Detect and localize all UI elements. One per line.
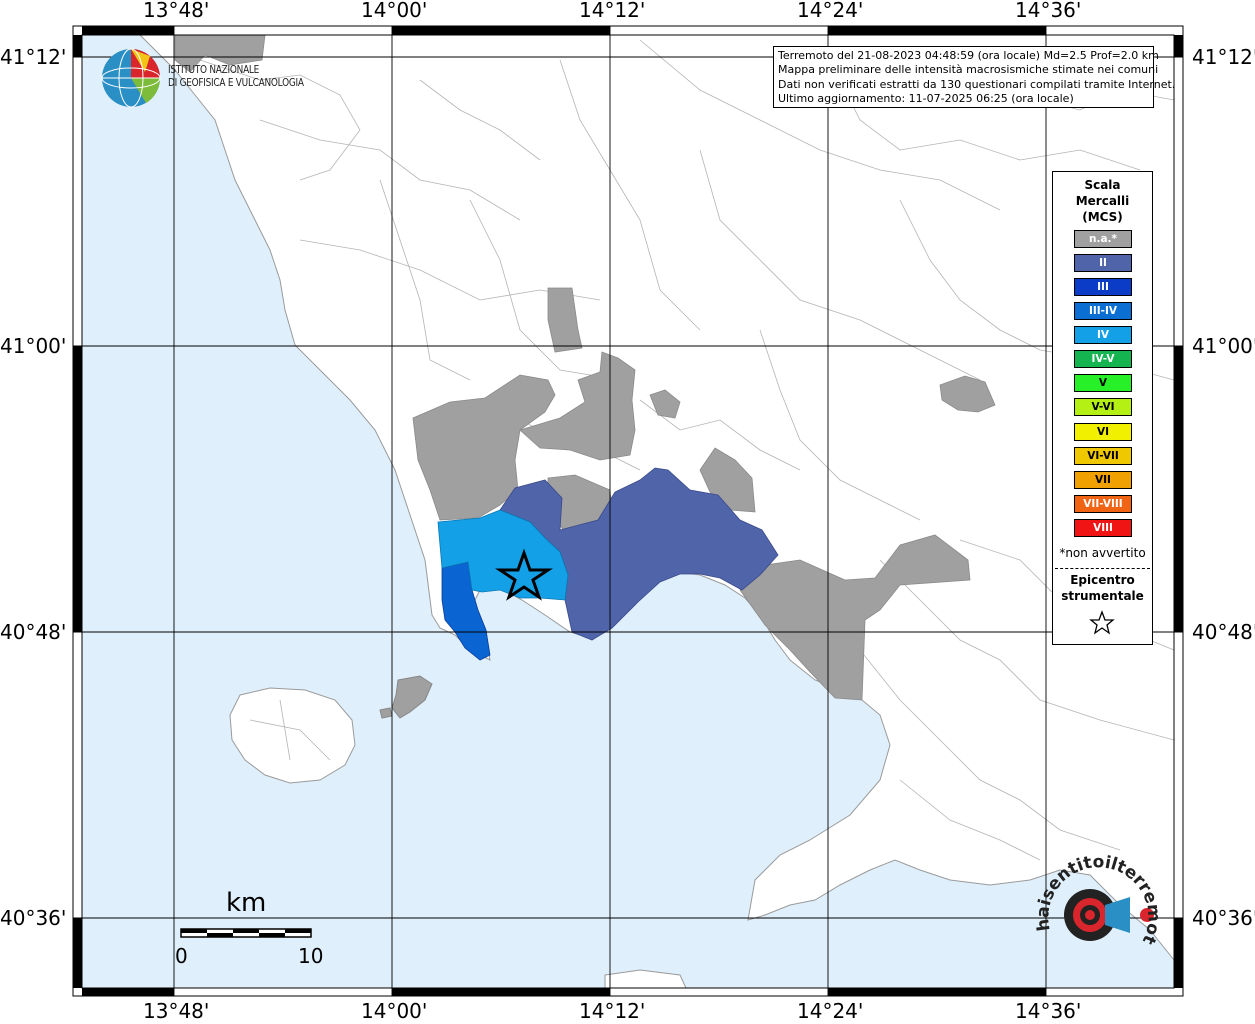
legend-item-VIII: VIII bbox=[1074, 519, 1132, 537]
lat-label-left-1: 41°12' bbox=[0, 45, 67, 69]
lon-label-top-1: 13°48' bbox=[143, 0, 210, 22]
lat-label-right-2: 41°00' bbox=[1192, 334, 1255, 358]
legend-separator bbox=[1055, 568, 1150, 569]
lon-label-bottom-1: 13°48' bbox=[143, 999, 210, 1023]
legend-title-line-1: Scala bbox=[1084, 178, 1121, 192]
legend-epicenter-label: Epicentro strumentale bbox=[1053, 572, 1152, 604]
intensity-legend: Scala Mercalli (MCS) n.a.* II III III-IV… bbox=[1052, 171, 1153, 645]
legend-title-line-2: Mercalli bbox=[1075, 194, 1130, 208]
lat-label-right-1: 41°12' bbox=[1192, 45, 1255, 69]
lon-label-bottom-2: 14°00' bbox=[361, 999, 428, 1023]
lon-label-bottom-4: 14°24' bbox=[797, 999, 864, 1023]
legend-item-VI-VII: VI-VII bbox=[1074, 447, 1132, 465]
event-info-line-2: Mappa preliminare delle intensità macros… bbox=[778, 63, 1159, 77]
event-info-box: Terremoto del 21-08-2023 04:48:59 (ora l… bbox=[773, 46, 1176, 108]
lon-label-top-2: 14°00' bbox=[361, 0, 428, 22]
lat-label-left-3: 40°48' bbox=[0, 620, 67, 644]
organization-line-1: ISTITUTO NAZIONALE bbox=[168, 64, 260, 76]
ingv-logo-icon bbox=[101, 48, 161, 108]
legend-item-V-VI: V-VI bbox=[1074, 398, 1132, 416]
lat-label-left-4: 40°36' bbox=[0, 906, 67, 930]
event-info-line-4: Ultimo aggiornamento: 11-07-2025 06:25 (… bbox=[778, 92, 1074, 106]
organization-line-2: DI GEOFISICA E VULCANOLOGIA bbox=[168, 77, 304, 89]
legend-item-na: n.a.* bbox=[1074, 230, 1132, 248]
legend-epicenter-line-2: strumentale bbox=[1061, 589, 1144, 603]
legend-item-IV: IV bbox=[1074, 326, 1132, 344]
legend-item-VII: VII bbox=[1074, 471, 1132, 489]
lon-label-bottom-5: 14°36' bbox=[1015, 999, 1082, 1023]
lat-label-right-4: 40°36' bbox=[1192, 906, 1255, 930]
legend-item-V: V bbox=[1074, 374, 1132, 392]
legend-item-VII-VIII: VII-VIII bbox=[1074, 495, 1132, 513]
legend-item-IV-V: IV-V bbox=[1074, 350, 1132, 368]
organization-name: ISTITUTO NAZIONALE DI GEOFISICA E VULCAN… bbox=[168, 64, 304, 90]
legend-title-line-3: (MCS) bbox=[1082, 210, 1123, 224]
legend-item-III: III bbox=[1074, 278, 1132, 296]
lon-label-top-4: 14°24' bbox=[797, 0, 864, 22]
legend-item-VI: VI bbox=[1074, 423, 1132, 441]
legend-star-icon bbox=[1089, 610, 1115, 635]
legend-title: Scala Mercalli (MCS) bbox=[1053, 177, 1152, 225]
legend-note: *non avvertito bbox=[1059, 546, 1146, 560]
lon-label-top-3: 14°12' bbox=[579, 0, 646, 22]
lon-label-top-5: 14°36' bbox=[1015, 0, 1082, 22]
scale-min-label: 0 bbox=[175, 944, 188, 968]
scale-max-label: 10 bbox=[298, 944, 324, 968]
vivara-island bbox=[379, 707, 393, 719]
event-info-line-1: Terremoto del 21-08-2023 04:48:59 (ora l… bbox=[778, 49, 1159, 62]
lon-label-bottom-3: 14°12' bbox=[579, 999, 646, 1023]
scale-unit: km bbox=[226, 888, 267, 918]
lat-label-right-3: 40°48' bbox=[1192, 620, 1255, 644]
event-info-line-3: Dati non verificati estratti da 130 ques… bbox=[778, 77, 1176, 91]
legend-item-II: II bbox=[1074, 254, 1132, 272]
legend-epicenter-line-1: Epicentro bbox=[1070, 573, 1135, 587]
legend-item-III-IV: III-IV bbox=[1074, 302, 1132, 320]
lat-label-left-2: 41°00' bbox=[0, 334, 67, 358]
scale-bar bbox=[180, 928, 312, 938]
